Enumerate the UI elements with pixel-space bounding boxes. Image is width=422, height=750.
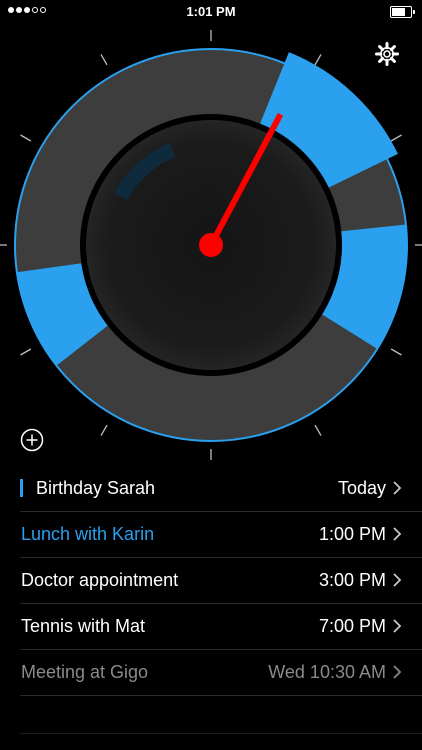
event-time: 3:00 PM — [318, 570, 386, 590]
dial-tick — [390, 134, 402, 142]
dial-tick — [100, 54, 108, 66]
event-row-birthday-sarah[interactable]: Birthday Sarah Today — [20, 466, 422, 512]
clock-hand-hub — [199, 233, 223, 257]
dial-tick — [20, 348, 32, 356]
chevron-right-icon — [393, 573, 402, 587]
dial-tick — [314, 54, 322, 66]
event-row-meeting-at-gigo[interactable]: Meeting at Gigo Wed 10:30 AM — [20, 650, 422, 696]
event-row-doctor-appointment[interactable]: Doctor appointment 3:00 PM — [20, 558, 422, 604]
dial-tick — [390, 348, 402, 356]
dial-tick — [314, 424, 322, 436]
status-bar: 1:01 PM — [0, 0, 422, 22]
plus-circle-icon[interactable] — [20, 428, 44, 452]
dial-tick — [100, 424, 108, 436]
event-time: 7:00 PM — [318, 616, 386, 636]
event-title: Tennis with Mat — [21, 616, 146, 636]
event-row-lunch-with-karin[interactable]: Lunch with Karin 1:00 PM — [20, 512, 422, 558]
chevron-right-icon — [393, 527, 402, 541]
event-marker — [20, 479, 23, 497]
event-title: Birthday Sarah — [36, 478, 156, 498]
list-divider — [20, 733, 422, 734]
event-time: Wed 10:30 AM — [268, 662, 386, 682]
dial-tick — [20, 134, 32, 142]
chevron-right-icon — [393, 619, 402, 633]
event-time: Today — [337, 478, 386, 498]
event-title: Lunch with Karin — [21, 524, 155, 544]
event-time: 1:00 PM — [318, 524, 386, 544]
status-time: 1:01 PM — [186, 4, 236, 19]
event-list: Birthday Sarah Today Lunch with Karin 1:… — [0, 466, 422, 696]
event-title: Meeting at Gigo — [21, 662, 149, 682]
event-title: Doctor appointment — [21, 570, 179, 590]
chevron-right-icon — [393, 665, 402, 679]
chevron-right-icon — [393, 481, 402, 495]
clock-dial[interactable] — [0, 30, 422, 460]
gear-icon[interactable] — [373, 40, 401, 68]
battery-icon — [390, 6, 415, 18]
event-row-tennis-with-mat[interactable]: Tennis with Mat 7:00 PM — [20, 604, 422, 650]
